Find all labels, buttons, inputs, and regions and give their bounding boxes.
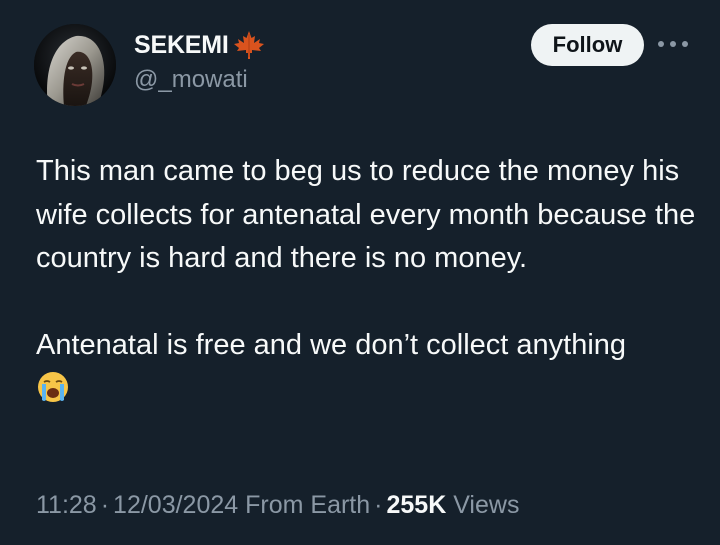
dot [682, 41, 688, 47]
maple-leaf-icon [233, 30, 265, 60]
author-name-row[interactable]: SEKEMI [134, 30, 265, 60]
follow-button[interactable]: Follow [531, 24, 644, 66]
loudly-crying-face-icon [36, 370, 70, 404]
tweet-text: This man came to beg us to reduce the mo… [36, 150, 706, 411]
dot [670, 41, 676, 47]
views-count[interactable]: 255K [386, 491, 446, 519]
tweet-source: From Earth [245, 491, 371, 519]
tweet-date[interactable]: 12/03/2024 [113, 491, 238, 519]
avatar[interactable] [34, 24, 116, 106]
separator: · [100, 491, 110, 519]
dot [658, 41, 664, 47]
tweet-metadata: 11:28 · 12/03/2024 From Earth · 255K Views [36, 491, 519, 520]
tweet-paragraph-2: Antenatal is free and we don’t collect a… [36, 324, 706, 368]
tweet-card: SEKEMI @_mowati Follow This man came to … [0, 0, 720, 545]
display-name[interactable]: SEKEMI [134, 31, 229, 60]
author-handle[interactable]: @_mowati [134, 66, 248, 94]
tweet-paragraph-1: This man came to beg us to reduce the mo… [36, 155, 696, 274]
separator: · [374, 491, 383, 519]
profile-avatar-image [34, 24, 116, 106]
views-label: Views [453, 491, 520, 519]
tweet-emoji-line [36, 368, 706, 412]
tweet-time[interactable]: 11:28 [36, 491, 97, 519]
more-options-icon[interactable] [658, 32, 688, 56]
tweet-paragraph-2-text: Antenatal is free and we don’t collect a… [36, 329, 627, 361]
